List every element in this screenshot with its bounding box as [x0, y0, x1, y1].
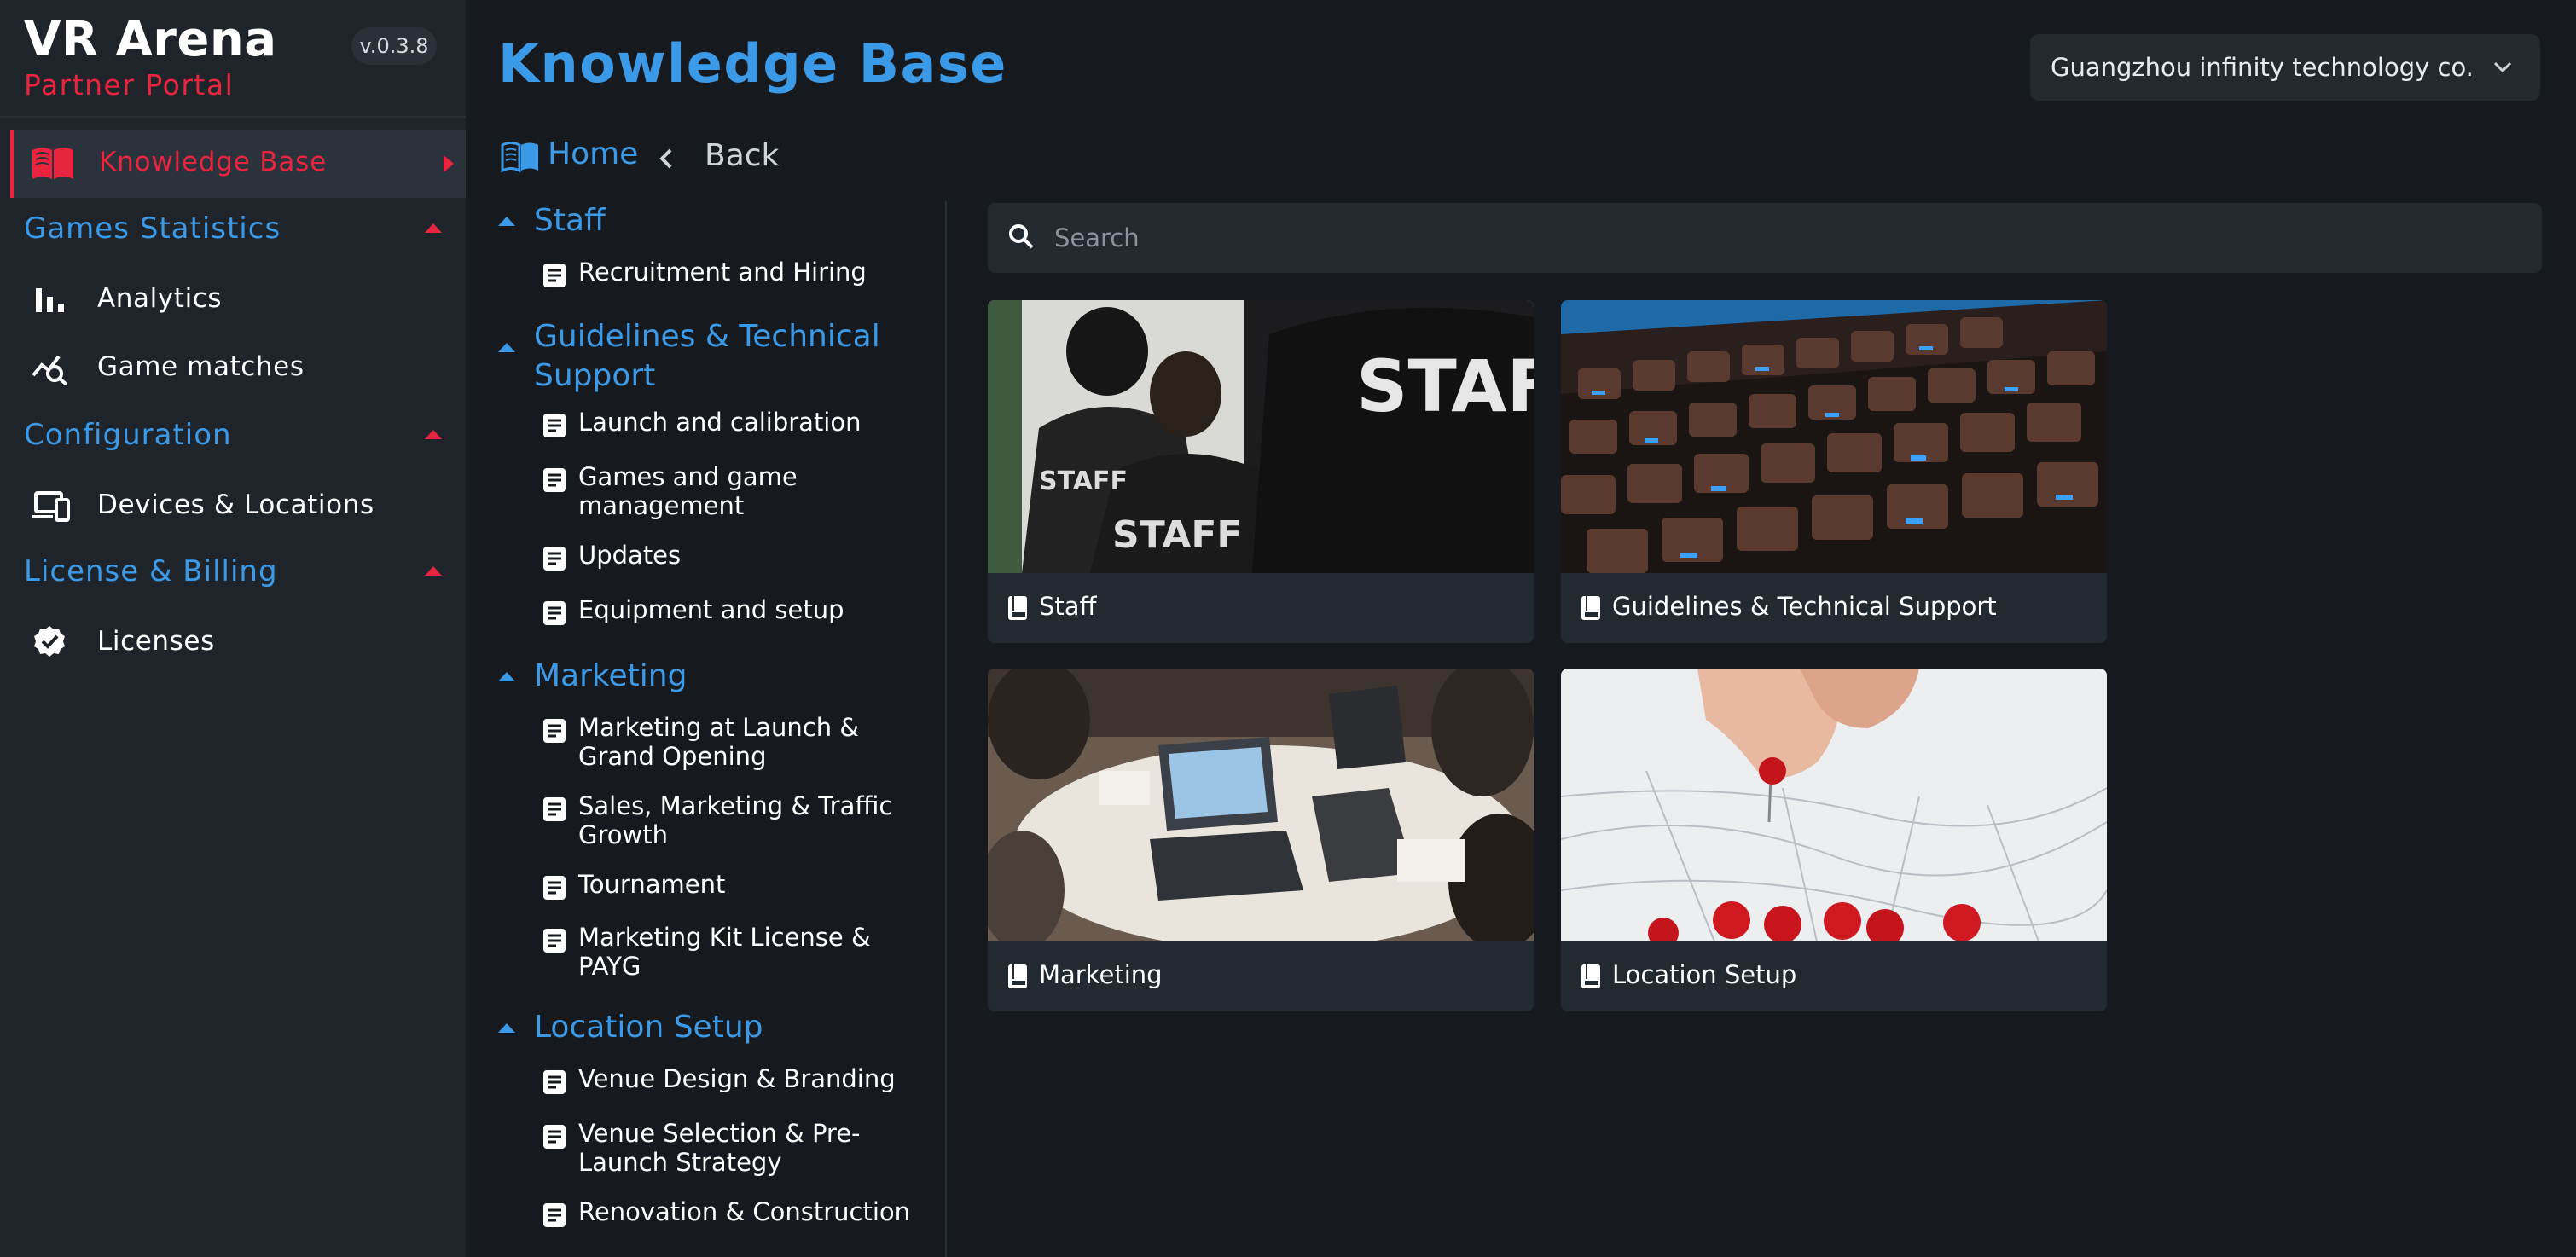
document-icon [543, 1203, 566, 1227]
collapse-up-icon [425, 223, 442, 233]
divider [945, 201, 947, 1257]
sidebar-item-game-matches[interactable]: Game matches [31, 341, 449, 392]
sidebar-item-knowledge-base[interactable]: Knowledge Base [10, 130, 466, 198]
sidebar-item-label: Knowledge Base [99, 147, 327, 177]
document-icon [543, 601, 566, 625]
document-icon [543, 468, 566, 492]
sidebar-item-label: Licenses [97, 626, 215, 657]
brand-title: VR Arena [24, 12, 277, 67]
tree-section-label: Marketing [534, 658, 688, 693]
sidebar-item-label: Game matches [97, 351, 305, 382]
caret-right-icon [444, 155, 454, 172]
map-pins-photo [1561, 669, 2107, 941]
sidebar-item-devices-locations[interactable]: Devices & Locations [31, 479, 449, 530]
tree-doc-label: Recruitment and Hiring [578, 258, 867, 287]
book-icon [1008, 964, 1027, 988]
tree-doc-label: Venue Design & Branding [578, 1064, 896, 1093]
tree-doc-label: Equipment and setup [578, 595, 844, 624]
card-label: Location Setup [1612, 960, 1797, 989]
team-meeting-photo [988, 669, 1534, 941]
sidebar: VR Arena Partner Portal v.0.3.8 Knowledg… [0, 0, 466, 1257]
company-select[interactable]: Guangzhou infinity technology co. [2030, 34, 2540, 101]
tree-doc-label: Marketing Kit License & PAYG [578, 923, 871, 981]
collapse-up-icon [425, 430, 442, 439]
book-icon [1581, 596, 1600, 620]
book-open-icon[interactable] [500, 140, 541, 174]
search-icon [1009, 224, 1034, 249]
category-card-staff[interactable]: STAF STAFF STAFF Staff [988, 300, 1534, 643]
svg-text:STAF: STAF [1356, 345, 1534, 428]
divider [0, 116, 466, 118]
tree-section-label: Guidelines & Technical Support [534, 319, 880, 393]
collapse-up-icon [498, 672, 515, 681]
sidebar-item-label: Analytics [97, 283, 223, 314]
section-games-statistics[interactable]: Games Statistics [24, 211, 442, 246]
tree-doc-label: Updates [578, 541, 682, 570]
tree-doc-label: Launch and calibration [578, 408, 862, 437]
collapse-up-icon [498, 217, 515, 226]
chevron-down-icon [2493, 61, 2512, 73]
tree-doc-label: Sales, Marketing & Traffic Growth [578, 791, 893, 849]
tree-doc-label: Marketing at Launch & Grand Opening [578, 713, 859, 771]
book-icon [1581, 964, 1600, 988]
category-card-location-setup[interactable]: Location Setup [1561, 669, 2107, 1011]
collapse-up-icon [498, 1023, 515, 1033]
brand-subtitle: Partner Portal [24, 68, 235, 101]
tree-doc-label: Tournament [578, 870, 726, 899]
brand: VR Arena Partner Portal [24, 12, 277, 102]
chart-search-icon [32, 355, 68, 385]
tree-doc-label: Renovation & Construction [578, 1197, 910, 1226]
breadcrumb-home-link[interactable]: Home [548, 136, 638, 171]
document-icon [543, 1070, 566, 1094]
bar-chart-icon [36, 288, 64, 312]
tree-doc-label: Games and game management [578, 462, 798, 520]
tree-doc-label: Venue Selection & Pre-Launch Strategy [578, 1119, 861, 1177]
card-label: Guidelines & Technical Support [1612, 592, 1997, 621]
collapse-up-icon [425, 566, 442, 576]
back-button[interactable]: Back [705, 138, 779, 173]
search-input[interactable] [1054, 203, 2504, 273]
section-label: Games Statistics [24, 211, 281, 246]
document-icon [543, 547, 566, 571]
section-configuration[interactable]: Configuration [24, 418, 442, 452]
staff-photo: STAF STAFF STAFF [988, 300, 1534, 573]
category-card-guidelines[interactable]: Guidelines & Technical Support [1561, 300, 2107, 643]
section-license-billing[interactable]: License & Billing [24, 554, 442, 588]
document-icon [543, 876, 566, 900]
sidebar-item-analytics[interactable]: Analytics [31, 273, 449, 324]
version-badge: v.0.3.8 [351, 27, 437, 65]
collapse-up-icon [498, 343, 515, 352]
document-icon [543, 264, 566, 287]
search-bar [988, 203, 2542, 273]
document-icon [543, 929, 566, 953]
document-icon [543, 797, 566, 821]
svg-text:STAFF: STAFF [1039, 466, 1128, 496]
document-icon [543, 1125, 566, 1149]
document-icon [543, 414, 566, 437]
chevron-left-icon[interactable] [655, 145, 676, 172]
breadcrumb: Home Back [500, 133, 858, 181]
category-card-marketing[interactable]: Marketing [988, 669, 1534, 1011]
tree-section-label: Location Setup [534, 1010, 763, 1045]
tree-section-label: Staff [534, 203, 606, 238]
section-label: Configuration [24, 418, 232, 452]
section-label: License & Billing [24, 554, 278, 588]
page-title: Knowledge Base [498, 32, 1007, 95]
book-open-icon [32, 148, 73, 179]
devices-icon [32, 491, 70, 522]
book-icon [1008, 596, 1027, 620]
svg-text:STAFF: STAFF [1112, 513, 1242, 557]
document-icon [543, 719, 566, 743]
verified-badge-icon [34, 626, 65, 657]
card-label: Staff [1039, 592, 1097, 621]
sidebar-item-label: Devices & Locations [97, 489, 374, 520]
company-select-value: Guangzhou infinity technology co. [2051, 53, 2474, 82]
keyboard-photo [1561, 300, 2107, 573]
card-label: Marketing [1039, 960, 1163, 989]
sidebar-item-licenses[interactable]: Licenses [31, 616, 449, 667]
